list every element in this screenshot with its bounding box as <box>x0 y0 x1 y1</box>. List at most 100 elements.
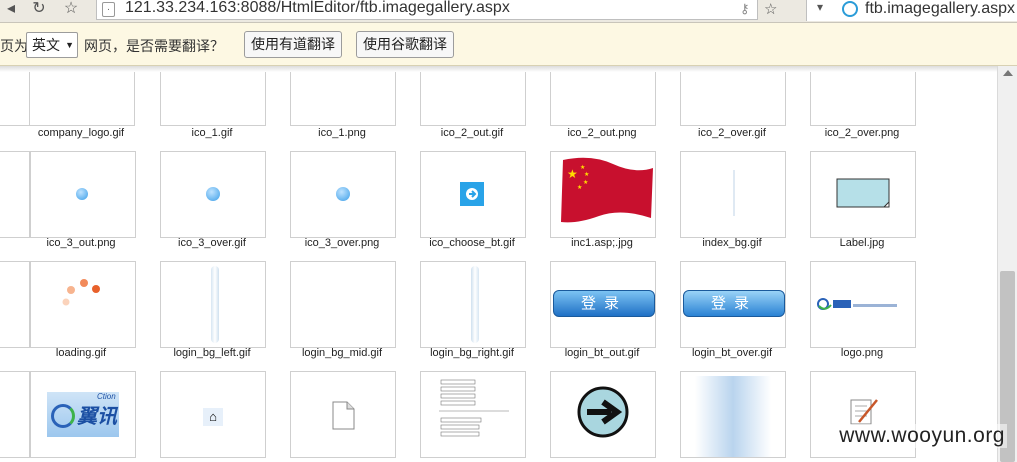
thumb-caption[interactable]: Label.jpg <box>792 237 932 249</box>
home-icon: ⌂ <box>203 408 223 426</box>
google-translate-button[interactable]: 使用谷歌翻译 <box>356 31 454 58</box>
login-button-image: 登录 <box>553 290 655 317</box>
gallery-thumb[interactable] <box>160 66 266 126</box>
loading-spinner-image <box>62 279 100 306</box>
star-icon[interactable]: ☆ <box>60 0 82 20</box>
logo-sub-text: Ction <box>97 392 116 401</box>
gallery-grid: company_logo.gif ico_1.gif ico_1.png ico… <box>0 66 997 462</box>
gallery-thumb[interactable] <box>290 151 396 238</box>
gallery-thumb[interactable] <box>290 371 396 458</box>
refresh-icon[interactable]: ↻ <box>28 0 50 20</box>
scroll-up-arrow-icon[interactable] <box>1003 70 1013 76</box>
svg-text:★: ★ <box>583 179 588 186</box>
logo-c-image: 翼讯 Ction <box>47 392 119 437</box>
gallery-thumb-partial[interactable] <box>0 371 30 458</box>
thumb-caption[interactable]: login_bg_right.gif <box>402 347 542 359</box>
thumb-caption[interactable]: ico_2_out.gif <box>402 127 542 139</box>
browser-toolbar: ◂ ↻ ☆ · 121.33.234.163:8088/HtmlEditor/f… <box>0 0 1017 23</box>
login-button-hover-image: 登录 <box>683 290 785 317</box>
index-bg-image <box>733 170 735 216</box>
arrow-circle-icon <box>206 187 220 201</box>
gallery-thumb[interactable] <box>810 66 916 126</box>
gallery-thumb[interactable]: 登录 <box>550 261 656 348</box>
image-gallery: company_logo.gif ico_1.gif ico_1.png ico… <box>0 66 1017 462</box>
thumb-caption[interactable]: ico_2_out.png <box>532 127 672 139</box>
gallery-thumb[interactable]: 翼讯 Ction <box>30 371 136 458</box>
svg-text:★: ★ <box>580 164 585 171</box>
thumb-caption[interactable]: ico_3_out.png <box>11 237 151 249</box>
language-select[interactable]: 英文 ▼ <box>26 32 78 58</box>
thumb-caption[interactable]: login_bg_left.gif <box>142 347 282 359</box>
gallery-thumb[interactable] <box>420 66 526 126</box>
svg-text:★: ★ <box>577 184 582 191</box>
translate-bar: 页为 英文 ▼ 网页，是否需要翻译？ 使用有道翻译 使用谷歌翻译 <box>0 23 1017 66</box>
logo-image <box>817 298 897 310</box>
page-icon: · <box>102 2 115 17</box>
gallery-thumb[interactable] <box>30 151 136 238</box>
gallery-thumb-partial[interactable] <box>0 261 30 348</box>
logo-brand-text: 翼讯 <box>77 406 117 428</box>
gallery-thumb[interactable] <box>680 66 786 126</box>
thumb-caption[interactable]: login_bt_over.gif <box>662 347 802 359</box>
bookmark-star-icon[interactable]: ☆ <box>764 0 777 18</box>
youdao-translate-button[interactable]: 使用有道翻译 <box>244 31 342 58</box>
thumb-caption[interactable]: ico_3_over.gif <box>142 237 282 249</box>
thumb-caption[interactable]: ico_2_over.gif <box>662 127 802 139</box>
translate-prefix: 页为 <box>0 38 28 54</box>
gallery-thumb[interactable] <box>810 261 916 348</box>
gallery-thumb[interactable] <box>420 371 526 458</box>
thumb-caption[interactable]: ico_1.gif <box>142 127 282 139</box>
gallery-thumb[interactable] <box>550 371 656 458</box>
form-preview-image <box>439 379 509 437</box>
arrow-circle-icon <box>76 188 88 200</box>
search-icon <box>842 1 858 17</box>
gallery-thumb[interactable] <box>290 66 396 126</box>
language-value: 英文 <box>32 37 60 53</box>
china-flag-image: ★ ★ ★ ★ ★ <box>561 157 653 223</box>
arrow-rule-icon <box>577 386 629 438</box>
thumb-caption[interactable]: loading.gif <box>11 347 151 359</box>
thumb-caption[interactable]: login_bt_out.gif <box>532 347 672 359</box>
address-text: 121.33.234.163:8088/HtmlEditor/ftb.image… <box>125 0 510 16</box>
tab-title: ftb.imagegallery.aspx <box>865 0 1015 17</box>
gallery-thumb[interactable] <box>290 261 396 348</box>
gallery-thumb[interactable] <box>30 261 136 348</box>
tab-imagegallery[interactable]: ▾ ftb.imagegallery.aspx <box>806 0 1017 21</box>
arrow-circle-icon <box>336 187 350 201</box>
arrow-right-icon <box>466 188 478 200</box>
thumb-caption[interactable]: ico_choose_bt.gif <box>402 237 542 249</box>
thumb-caption[interactable]: inc1.asp;.jpg <box>532 237 672 249</box>
thumb-caption[interactable]: company_logo.gif <box>11 127 151 139</box>
svg-text:★: ★ <box>584 171 589 178</box>
key-icon[interactable]: ⚷ <box>740 1 750 17</box>
gallery-thumb[interactable]: 登录 <box>680 261 786 348</box>
gallery-thumb[interactable] <box>160 151 266 238</box>
label-image <box>836 178 890 208</box>
gallery-thumb[interactable] <box>680 151 786 238</box>
gallery-thumb[interactable] <box>160 261 266 348</box>
gallery-thumb[interactable]: ★ ★ ★ ★ ★ <box>550 151 656 238</box>
thumb-caption[interactable]: ico_3_over.png <box>272 237 412 249</box>
thumb-caption[interactable]: logo.png <box>792 347 932 359</box>
thumb-caption[interactable]: index_bg.gif <box>662 237 802 249</box>
login-bg-left-image <box>211 266 219 343</box>
gallery-thumb[interactable]: ⌂ <box>160 371 266 458</box>
address-bar[interactable]: · 121.33.234.163:8088/HtmlEditor/ftb.ima… <box>96 0 758 20</box>
gallery-thumb[interactable] <box>550 66 656 126</box>
gallery-thumb[interactable] <box>680 371 786 458</box>
gallery-thumb-partial[interactable] <box>0 151 30 238</box>
thumb-caption[interactable]: ico_2_over.png <box>792 127 932 139</box>
logo-swirl-icon <box>51 404 75 428</box>
gallery-thumb[interactable] <box>810 151 916 238</box>
new-file-icon <box>332 401 355 430</box>
back-icon[interactable]: ◂ <box>0 0 22 20</box>
gallery-thumb[interactable] <box>420 151 526 238</box>
thumb-caption[interactable]: ico_1.png <box>272 127 412 139</box>
chevron-down-icon[interactable]: ▾ <box>817 0 823 14</box>
choose-button-image <box>460 182 484 206</box>
gallery-thumb[interactable] <box>420 261 526 348</box>
top-shadow <box>0 66 997 72</box>
thumb-caption[interactable]: login_bg_mid.gif <box>272 347 412 359</box>
gallery-thumb[interactable] <box>29 66 135 126</box>
vertical-scrollbar[interactable] <box>997 66 1017 462</box>
